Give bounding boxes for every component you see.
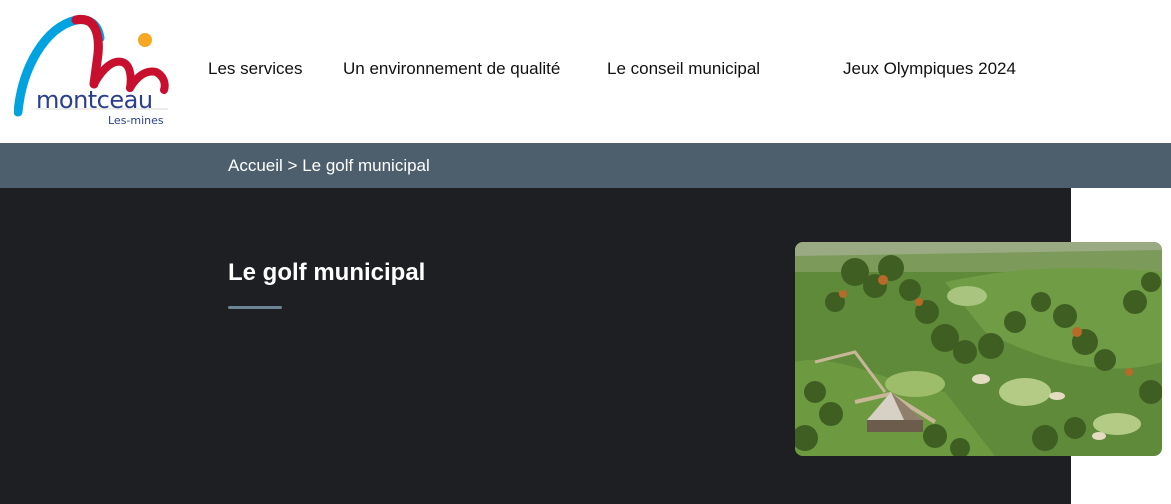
nav-item-environnement[interactable]: Un environnement de qualité xyxy=(343,59,560,79)
nav-item-conseil-municipal[interactable]: Le conseil municipal xyxy=(607,59,760,79)
golf-course-illustration xyxy=(795,242,1162,456)
nav-item-services[interactable]: Les services xyxy=(208,59,302,79)
nav-item-jeux-olympiques[interactable]: Jeux Olympiques 2024 xyxy=(843,59,1016,79)
sun-dot-icon xyxy=(138,33,152,47)
logo-subline: Les-mines xyxy=(108,114,164,127)
montceau-logo[interactable]: montceau Les-mines xyxy=(14,14,174,130)
breadcrumb-home-link[interactable]: Accueil xyxy=(228,156,283,175)
title-underline-divider xyxy=(228,306,282,309)
breadcrumb-bar: Accueil > Le golf municipal xyxy=(0,143,1171,188)
logo-wordmark: montceau xyxy=(36,86,153,114)
breadcrumb-current: Le golf municipal xyxy=(302,156,430,175)
golf-course-aerial-photo xyxy=(795,242,1162,456)
breadcrumb: Accueil > Le golf municipal xyxy=(228,156,430,176)
site-header: montceau Les-mines Les services Un envir… xyxy=(0,0,1171,143)
breadcrumb-separator: > xyxy=(287,156,298,175)
page-title: Le golf municipal xyxy=(228,259,426,286)
